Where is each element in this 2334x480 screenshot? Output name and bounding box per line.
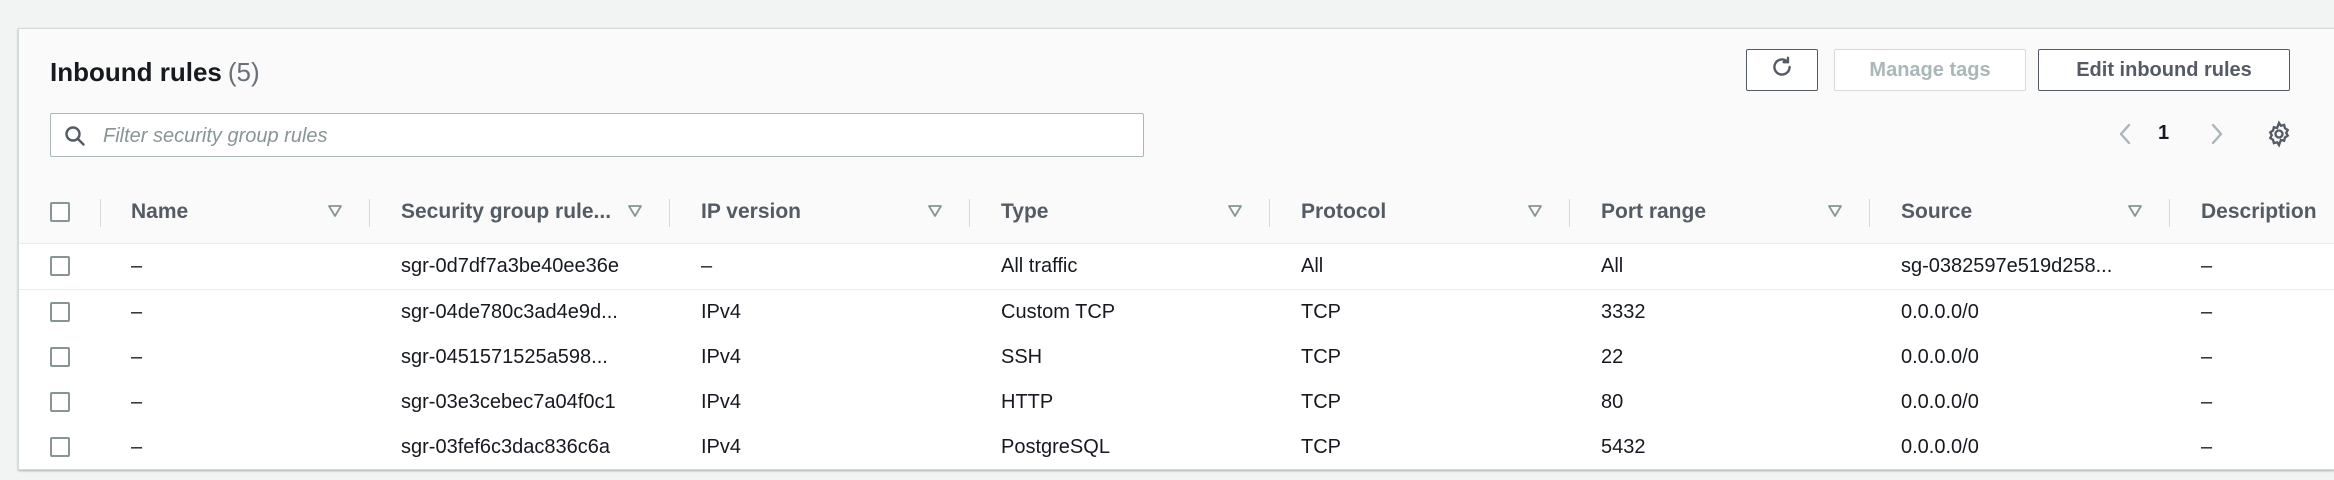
row-checkbox[interactable]	[50, 302, 70, 322]
cell-rule-id[interactable]: sgr-03fef6c3dac836c6a	[401, 425, 610, 469]
cell-port-range: All	[1601, 255, 1624, 277]
column-header-protocol[interactable]: Protocol	[1301, 181, 1386, 243]
cell-description: –	[2201, 346, 2213, 368]
panel-title: Inbound rules (5)	[50, 57, 260, 88]
column-divider	[969, 199, 970, 227]
manage-tags-button[interactable]: Manage tags	[1834, 49, 2026, 91]
cell-rule-id[interactable]: sgr-0451571525a598...	[401, 335, 608, 380]
refresh-icon	[1769, 54, 1795, 86]
row-checkbox[interactable]	[50, 392, 70, 412]
column-header-description[interactable]: Description	[2201, 181, 2317, 243]
table-row[interactable]: – sgr-03e3cebec7a04f0c1 IPv4 HTTP TCP 80…	[19, 380, 2334, 426]
cell-rule-id[interactable]: sgr-04de780c3ad4e9d...	[401, 290, 618, 335]
edit-inbound-rules-button[interactable]: Edit inbound rules	[2038, 49, 2290, 91]
table-row[interactable]: – sgr-0451571525a598... IPv4 SSH TCP 22 …	[19, 335, 2334, 381]
cell-source: sg-0382597e519d258...	[1901, 255, 2113, 277]
filter-search-box[interactable]	[50, 113, 1144, 157]
cell-name: –	[131, 436, 143, 458]
cell-protocol: TCP	[1301, 436, 1341, 458]
cell-description: –	[2201, 255, 2213, 277]
column-divider	[369, 199, 370, 227]
table-row[interactable]: – sgr-04de780c3ad4e9d... IPv4 Custom TCP…	[19, 290, 2334, 336]
select-all-checkbox[interactable]	[50, 202, 70, 222]
cell-ip-version: IPv4	[701, 301, 742, 323]
cell-ip-version: IPv4	[701, 391, 742, 413]
cell-description: –	[2201, 301, 2213, 323]
search-icon	[63, 124, 87, 153]
column-divider	[1269, 199, 1270, 227]
cell-type: Custom TCP	[1001, 301, 1116, 323]
cell-port-range: 22	[1601, 346, 1624, 368]
column-divider	[669, 199, 670, 227]
current-page-number[interactable]: 1	[2158, 122, 2169, 145]
cell-source: 0.0.0.0/0	[1901, 346, 1979, 368]
chevron-left-icon[interactable]	[2114, 119, 2138, 154]
cell-description: –	[2201, 436, 2213, 458]
table-row[interactable]: – sgr-0d7df7a3be40ee36e – All traffic Al…	[19, 244, 2334, 290]
row-checkbox[interactable]	[50, 347, 70, 367]
column-header-ip-version[interactable]: IP version	[701, 181, 801, 243]
sort-caret-icon[interactable]	[327, 203, 343, 224]
cell-type: SSH	[1001, 346, 1043, 368]
cell-rule-id[interactable]: sgr-03e3cebec7a04f0c1	[401, 380, 616, 425]
cell-protocol: TCP	[1301, 391, 1341, 413]
cell-protocol: TCP	[1301, 346, 1341, 368]
cell-protocol: TCP	[1301, 301, 1341, 323]
sort-caret-icon[interactable]	[1227, 203, 1243, 224]
filter-input[interactable]	[101, 120, 1135, 152]
chevron-right-icon[interactable]	[2204, 119, 2228, 154]
sort-caret-icon[interactable]	[627, 203, 643, 224]
column-divider	[1569, 199, 1570, 227]
cell-name: –	[131, 391, 143, 413]
column-header-type[interactable]: Type	[1001, 181, 1048, 243]
cell-ip-version: –	[701, 255, 713, 277]
cell-type: HTTP	[1001, 391, 1054, 413]
sort-caret-icon[interactable]	[1827, 203, 1843, 224]
cell-port-range: 5432	[1601, 436, 1646, 458]
refresh-button[interactable]	[1746, 49, 1818, 91]
cell-ip-version: IPv4	[701, 436, 742, 458]
cell-port-range: 3332	[1601, 301, 1646, 323]
row-checkbox[interactable]	[50, 256, 70, 276]
cell-type: All traffic	[1001, 255, 1078, 277]
cell-name: –	[131, 301, 143, 323]
cell-ip-version: IPv4	[701, 346, 742, 368]
column-divider	[1869, 199, 1870, 227]
cell-port-range: 80	[1601, 391, 1624, 413]
cell-description: –	[2201, 391, 2213, 413]
cell-source: 0.0.0.0/0	[1901, 391, 1979, 413]
rule-count: (5)	[227, 57, 260, 87]
cell-rule-id[interactable]: sgr-0d7df7a3be40ee36e	[401, 244, 619, 289]
column-header-name[interactable]: Name	[131, 181, 188, 243]
cell-protocol: All	[1301, 255, 1324, 277]
table-row[interactable]: – sgr-03fef6c3dac836c6a IPv4 PostgreSQL …	[19, 425, 2334, 469]
column-header-rule-id[interactable]: Security group rule...	[401, 181, 611, 243]
column-header-source[interactable]: Source	[1901, 181, 1972, 243]
cell-source: 0.0.0.0/0	[1901, 436, 1979, 458]
column-divider	[2169, 199, 2170, 227]
column-header-port-range[interactable]: Port range	[1601, 181, 1706, 243]
inbound-rules-panel: Inbound rules (5) Manage tags Edit inboun…	[18, 28, 2334, 470]
cell-type: PostgreSQL	[1001, 436, 1110, 458]
gear-icon[interactable]	[2265, 120, 2293, 153]
title-text: Inbound rules	[50, 57, 222, 87]
cell-name: –	[131, 346, 143, 368]
sort-caret-icon[interactable]	[1527, 203, 1543, 224]
cell-name: –	[131, 255, 143, 277]
sort-caret-icon[interactable]	[927, 203, 943, 224]
column-divider	[100, 199, 101, 227]
cell-source: 0.0.0.0/0	[1901, 301, 1979, 323]
panel-header: Inbound rules (5) Manage tags Edit inboun…	[19, 29, 2334, 182]
sort-caret-icon[interactable]	[2127, 203, 2143, 224]
row-checkbox[interactable]	[50, 437, 70, 457]
table-header: Name Security group rule... IP version T…	[19, 181, 2334, 244]
